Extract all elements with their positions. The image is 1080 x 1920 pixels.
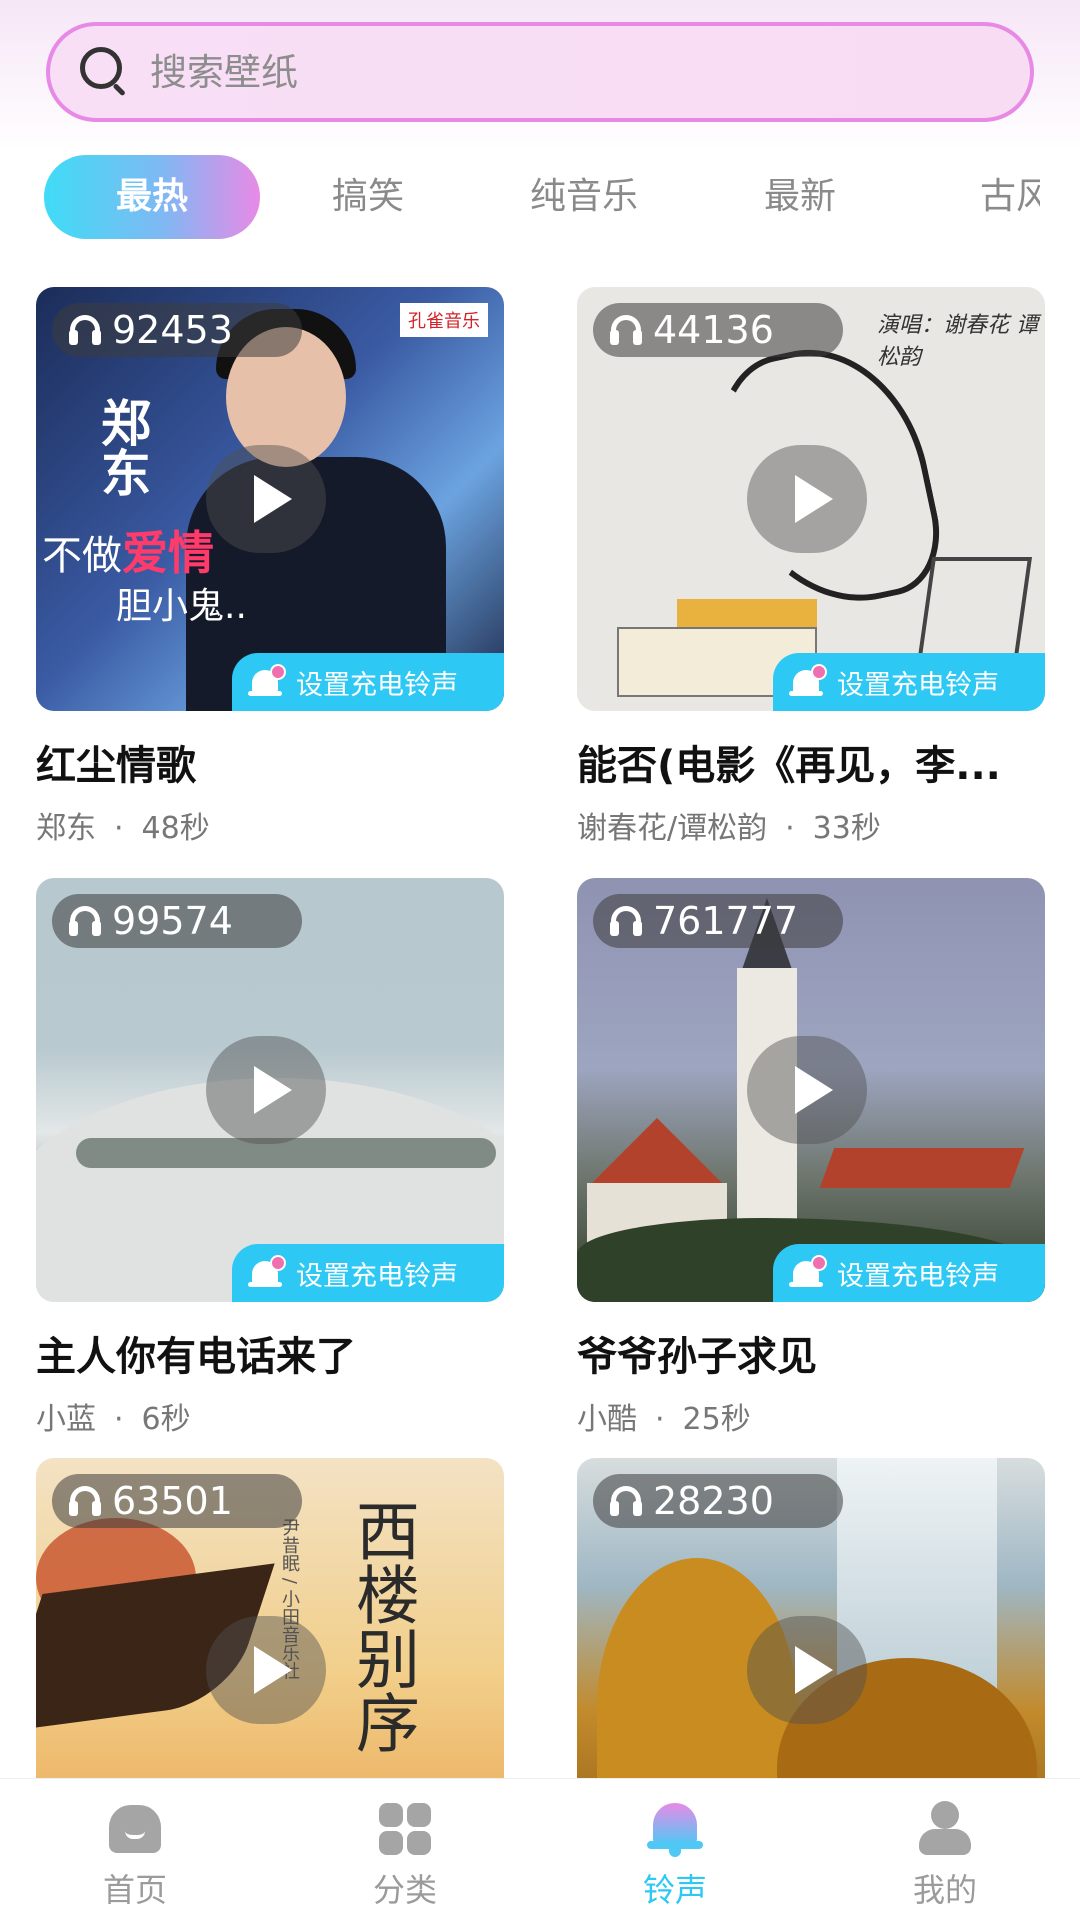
meta-separator: ·: [114, 1402, 124, 1437]
ringtone-meta: 小蓝 · 6秒: [36, 1394, 504, 1438]
play-count-badge: 28230: [593, 1474, 843, 1528]
nav-label: 分类: [372, 1871, 437, 1909]
play-count: 99574: [112, 899, 233, 943]
cover-text: 不做爱情: [42, 526, 214, 580]
play-count-badge: 44136: [593, 303, 843, 357]
tab-hot[interactable]: 最热: [44, 155, 260, 239]
nav-label: 铃声: [642, 1871, 707, 1909]
nav-home[interactable]: 首页: [35, 1791, 235, 1920]
play-count-badge: 92453: [52, 303, 302, 357]
play-count: 63501: [112, 1479, 233, 1523]
play-icon: [795, 1646, 833, 1694]
ringtone-card[interactable]: 郑东 不做爱情 胆小鬼.. 孔雀音乐 92453 设置充电铃声 红尘情歌 郑东 ·…: [36, 287, 504, 847]
set-charging-ringtone-button[interactable]: 设置充电铃声: [232, 653, 504, 711]
headphones-icon: [609, 1484, 643, 1518]
play-count: 92453: [112, 308, 233, 352]
meta-separator: ·: [114, 811, 124, 846]
duration: 48秒: [141, 811, 210, 846]
duration: 33秒: [812, 811, 881, 846]
artist-name: 谢春花/谭松韵: [577, 811, 768, 846]
home-icon: [105, 1799, 165, 1859]
artist-name: 郑东: [36, 811, 96, 846]
ringtone-cover[interactable]: 演唱：谢春花 谭松韵 44136 设置充电铃声: [577, 287, 1045, 711]
headphones-icon: [609, 904, 643, 938]
person-icon: [915, 1799, 975, 1859]
play-button[interactable]: [206, 1036, 326, 1144]
ringtone-card[interactable]: 761777 设置充电铃声 爷爷孙子求见 小酷 · 25秒: [577, 878, 1045, 1438]
tab-pure-music[interactable]: 纯音乐: [476, 155, 692, 239]
play-count-badge: 99574: [52, 894, 302, 948]
ringtone-cover[interactable]: 99574 设置充电铃声: [36, 878, 504, 1302]
bell-icon: [789, 664, 827, 700]
ringtone-card[interactable]: 演唱：谢春花 谭松韵 44136 设置充电铃声 能否(电影《再见，李... 谢春…: [577, 287, 1045, 847]
play-count-badge: 63501: [52, 1474, 302, 1528]
ringtone-cover[interactable]: 761777 设置充电铃声: [577, 878, 1045, 1302]
nav-me[interactable]: 我的: [845, 1791, 1045, 1920]
set-charging-ringtone-button[interactable]: 设置充电铃声: [773, 653, 1045, 711]
play-button[interactable]: [747, 1616, 867, 1724]
page: 最热搞笑纯音乐最新古风 郑东 不做爱情 胆小鬼.. 孔雀音乐 92453 设置充…: [0, 0, 1080, 1920]
play-count-badge: 761777: [593, 894, 843, 948]
headphones-icon: [68, 313, 102, 347]
play-icon: [254, 1646, 292, 1694]
set-ringtone-label: 设置充电铃声: [837, 669, 999, 701]
search-input[interactable]: [150, 50, 950, 94]
nav-category[interactable]: 分类: [305, 1791, 505, 1920]
cover-text: 胆小鬼..: [116, 586, 247, 627]
cover-text: 西楼别序: [345, 1498, 419, 1754]
ringtone-title[interactable]: 能否(电影《再见，李...: [577, 733, 1037, 791]
grid-icon: [375, 1799, 435, 1859]
ringtone-card[interactable]: 99574 设置充电铃声 主人你有电话来了 小蓝 · 6秒: [36, 878, 504, 1438]
artist-name: 小蓝: [36, 1402, 96, 1437]
search-icon: [78, 45, 132, 99]
play-button[interactable]: [747, 1036, 867, 1144]
play-icon: [795, 1066, 833, 1114]
set-ringtone-label: 设置充电铃声: [296, 1260, 458, 1292]
bell-icon: [248, 1255, 286, 1291]
play-count: 28230: [653, 1479, 774, 1523]
bell-icon: [789, 1255, 827, 1291]
play-button[interactable]: [206, 1616, 326, 1724]
artist-name: 小酷: [577, 1402, 637, 1437]
tab-funny[interactable]: 搞笑: [260, 155, 476, 239]
category-tabs: 最热 搞笑 纯音乐 最新 古风: [44, 155, 1040, 239]
headphones-icon: [68, 1484, 102, 1518]
set-ringtone-label: 设置充电铃声: [837, 1260, 999, 1292]
play-icon: [254, 475, 292, 523]
ringtone-title[interactable]: 爷爷孙子求见: [577, 1324, 1037, 1382]
tab-newest[interactable]: 最新: [692, 155, 908, 239]
nav-label: 我的: [912, 1871, 977, 1909]
bell-icon: [645, 1799, 705, 1859]
headphones-icon: [68, 904, 102, 938]
play-icon: [254, 1066, 292, 1114]
nav-ringtone[interactable]: 铃声: [575, 1791, 775, 1920]
meta-separator: ·: [785, 811, 795, 846]
bottom-navigation: 首页 分类 铃声 我的: [0, 1778, 1080, 1920]
ringtone-meta: 小酷 · 25秒: [577, 1394, 1045, 1438]
play-count: 761777: [653, 899, 799, 943]
ringtone-meta: 谢春花/谭松韵 · 33秒: [577, 803, 1045, 847]
duration: 6秒: [141, 1402, 191, 1437]
tab-ancient-style[interactable]: 古风: [908, 155, 1040, 239]
cover-text: 演唱：谢春花 谭松韵: [877, 313, 1038, 370]
set-ringtone-label: 设置充电铃声: [296, 669, 458, 701]
search-bar[interactable]: [46, 22, 1034, 122]
play-icon: [795, 475, 833, 523]
set-charging-ringtone-button[interactable]: 设置充电铃声: [773, 1244, 1045, 1302]
duration: 25秒: [682, 1402, 751, 1437]
ringtone-meta: 郑东 · 48秒: [36, 803, 504, 847]
meta-separator: ·: [655, 1402, 665, 1437]
headphones-icon: [609, 313, 643, 347]
bell-icon: [248, 664, 286, 700]
play-count: 44136: [653, 308, 774, 352]
ringtone-cover[interactable]: 郑东 不做爱情 胆小鬼.. 孔雀音乐 92453 设置充电铃声: [36, 287, 504, 711]
play-button[interactable]: [747, 445, 867, 553]
cover-logo: 孔雀音乐: [400, 303, 488, 337]
play-button[interactable]: [206, 445, 326, 553]
ringtone-title[interactable]: 红尘情歌: [36, 733, 496, 791]
ringtone-title[interactable]: 主人你有电话来了: [36, 1324, 496, 1382]
nav-label: 首页: [102, 1871, 167, 1909]
set-charging-ringtone-button[interactable]: 设置充电铃声: [232, 1244, 504, 1302]
cover-text: 郑东: [93, 397, 151, 497]
